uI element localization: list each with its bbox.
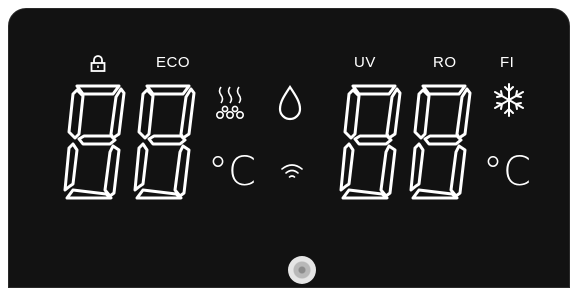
fi-label: FI — [500, 54, 515, 71]
wifi-icon — [281, 164, 303, 178]
snowflake-icon — [494, 83, 524, 117]
uv-label: UV — [354, 54, 376, 71]
eco-label: ECO — [156, 54, 191, 71]
display-panel: ECO UV RO FI °C °C — [8, 8, 570, 288]
left-digit-1 — [63, 84, 126, 200]
left-temperature-unit: °C — [208, 149, 256, 195]
heating-icon — [215, 86, 244, 119]
touch-button[interactable] — [288, 256, 316, 284]
water-drop-icon — [278, 85, 302, 121]
left-digit-2 — [133, 84, 196, 200]
right-digit-1 — [339, 84, 402, 200]
ro-label: RO — [433, 54, 457, 71]
right-temperature-unit: °C — [483, 149, 531, 195]
lock-icon — [90, 55, 106, 72]
right-digit-2 — [409, 84, 472, 200]
